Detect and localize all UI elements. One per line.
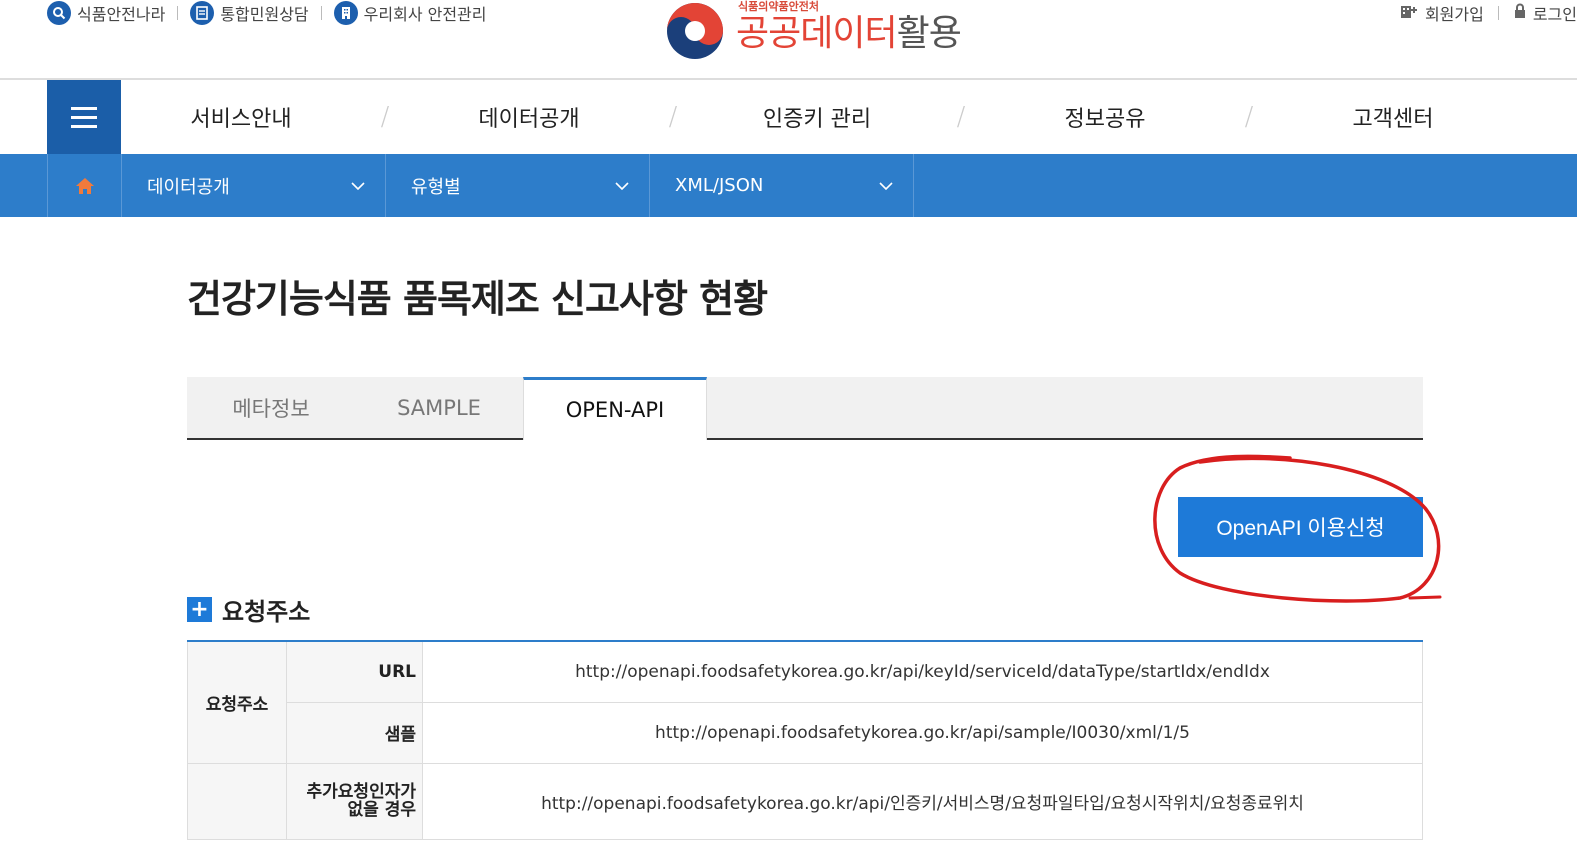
global-navigation: 서비스안내 / 데이터공개 / 인증키 관리 / 정보공유 / 고객센터 [47,80,1577,154]
tab-sample[interactable]: SAMPLE [355,377,523,438]
utility-links-left: 식품안전나라 통합민원상담 우리회사 안전관리 [47,0,487,26]
utility-divider [1497,6,1499,20]
login-link[interactable]: 로그인 [1513,1,1577,25]
search-icon [47,1,71,25]
add-user-icon [1399,3,1419,23]
tab-meta-info[interactable]: 메타정보 [187,377,355,438]
utility-link-label: 우리회사 안전관리 [363,5,487,24]
location-dropdown-level2[interactable]: 유형별 [386,154,650,217]
utility-link-label: 통합민원상담 [220,5,309,24]
gnb-item-service-guide[interactable]: 서비스안내 [121,101,361,133]
page-title: 건강기능식품 품목제조 신고사항 현황 [187,277,768,321]
signup-label: 회원가입 [1424,5,1484,24]
utility-divider [177,6,179,20]
logo-title-part2: 데이터 [800,13,897,54]
document-icon [190,1,215,25]
utility-link-company-safety[interactable]: 우리회사 안전관리 [333,1,487,25]
utility-link-civil-complaint[interactable]: 통합민원상담 [190,1,309,25]
table-value-cell: http://openapi.foodsafetykorea.go.kr/api… [422,762,1423,840]
table-row: 샘플 http://openapi.foodsafetykorea.go.kr/… [188,701,1423,764]
logo-subtitle: 식품의약품안전처 [738,0,819,13]
gnb-separator: / [956,102,966,132]
table-value-cell: http://openapi.foodsafetykorea.go.kr/api… [422,701,1423,764]
table-label-cell: 샘플 [286,701,423,764]
chevron-down-icon [351,181,365,190]
site-logo[interactable]: 식품의약품안전처 공공데이터활용 [662,0,962,62]
table-label-cell: URL [286,640,423,703]
location-dropdown-level3[interactable]: XML/JSON [650,154,914,217]
signup-link[interactable]: 회원가입 [1399,1,1484,25]
utility-divider [320,6,322,20]
table-label-line: 없을 경우 [347,800,416,820]
plus-icon[interactable]: + [187,597,212,622]
login-label: 로그인 [1532,5,1577,24]
gnb-item-info-share[interactable]: 정보공유 [985,101,1225,133]
table-category-cell-empty [187,762,287,840]
taegeuk-emblem-icon [667,3,723,59]
openapi-apply-button[interactable]: OpenAPI 이용신청 [1178,497,1423,557]
table-label-cell: 추가요청인자가 없을 경우 [286,762,423,840]
logo-title: 공공데이터활용 [736,13,962,54]
table-row: 추가요청인자가 없을 경우 http://openapi.foodsafetyk… [187,762,1423,840]
utility-link-food-safety[interactable]: 식품안전나라 [47,1,165,25]
location-dropdown-label: 데이터공개 [147,176,230,198]
gnb-item-auth-key[interactable]: 인증키 관리 [697,101,937,133]
home-icon [75,177,94,194]
section-title: 요청주소 [222,598,311,626]
home-button[interactable] [47,154,122,217]
gnb-item-customer-center[interactable]: 고객센터 [1273,101,1513,133]
location-bar: 데이터공개 유형별 XML/JSON [0,154,1577,217]
content-tabs: 메타정보 SAMPLE OPEN-API [187,377,1423,440]
location-dropdown-level1[interactable]: 데이터공개 [122,154,386,217]
lock-icon [1513,3,1527,23]
chevron-down-icon [615,181,629,190]
tab-open-api[interactable]: OPEN-API [523,377,707,440]
section-heading: + 요청주소 [187,592,310,627]
request-address-table: 요청주소 URL http://openapi.foodsafetykorea.… [187,640,1423,840]
logo-title-part3: 활용 [896,13,962,54]
chevron-down-icon [879,181,893,190]
utility-link-label: 식품안전나라 [77,5,166,24]
table-label-line: 추가요청인자가 [306,782,416,802]
gnb-separator: / [668,102,678,132]
location-dropdown-label: 유형별 [411,176,461,198]
gnb-item-data-open[interactable]: 데이터공개 [409,101,649,133]
table-category-cell: 요청주소 [187,640,287,764]
utility-links-right: 회원가입 로그인 [1399,0,1577,26]
gnb-separator: / [1244,102,1254,132]
hamburger-menu-button[interactable] [47,80,121,154]
logo-title-part1: 공공 [736,13,801,54]
gnb-separator: / [380,102,390,132]
table-row: 요청주소 URL http://openapi.foodsafetykorea.… [187,640,1423,764]
building-icon [333,1,358,25]
table-value-cell: http://openapi.foodsafetykorea.go.kr/api… [422,640,1423,703]
location-dropdown-label: XML/JSON [675,175,764,196]
